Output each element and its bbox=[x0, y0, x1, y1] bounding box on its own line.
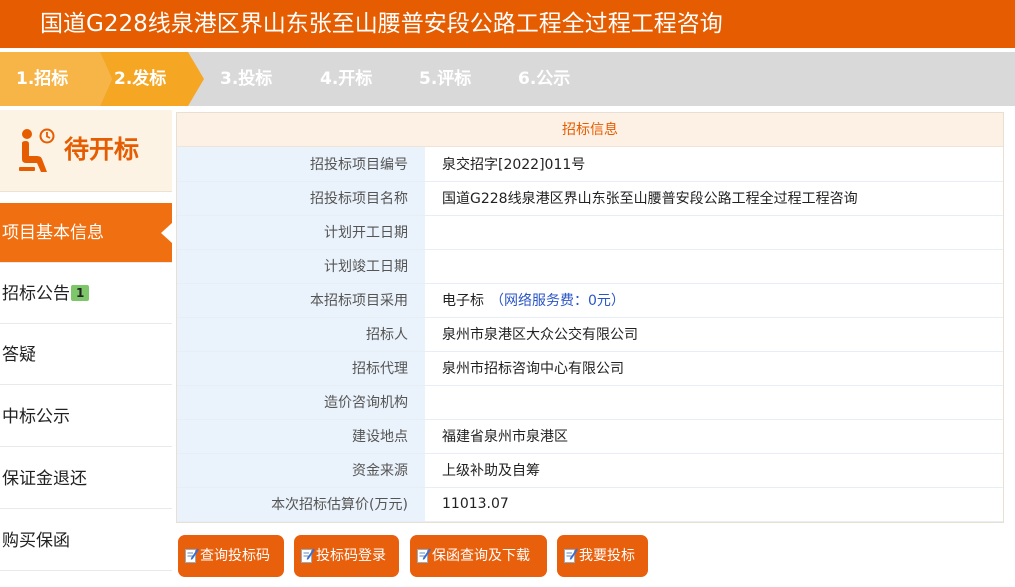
button-label: 查询投标码 bbox=[200, 548, 270, 564]
row-value: 福建省泉州市泉港区 bbox=[425, 419, 1003, 454]
row-value bbox=[425, 385, 1003, 420]
row-value bbox=[425, 249, 1003, 284]
table-row: 造价咨询机构 bbox=[177, 385, 1003, 420]
table-row: 计划开工日期 bbox=[177, 215, 1003, 250]
row-label: 本次招标估算价(万元) bbox=[177, 487, 425, 522]
button-label: 保函查询及下载 bbox=[432, 548, 530, 564]
sidebar-item-qa[interactable]: 答疑 bbox=[0, 325, 172, 385]
sidebar-item-tender-notice[interactable]: 招标公告 1 bbox=[0, 264, 172, 324]
row-value: 泉州市泉港区大众公交有限公司 bbox=[425, 317, 1003, 352]
step-bid[interactable]: 3.投标 bbox=[220, 52, 272, 106]
row-label: 建设地点 bbox=[177, 419, 425, 454]
sidebar-item-label: 招标公告 bbox=[2, 284, 70, 304]
row-label: 资金来源 bbox=[177, 453, 425, 488]
sidebar-item-buy-guarantee[interactable]: 购买保函 bbox=[0, 511, 172, 571]
status-box: 待开标 bbox=[0, 110, 172, 192]
edit-icon bbox=[301, 548, 315, 563]
notice-count-badge: 1 bbox=[71, 285, 90, 301]
waiting-person-icon bbox=[19, 128, 55, 172]
submit-bid-button[interactable]: 我要投标 bbox=[557, 535, 648, 577]
sidebar-item-award-publicity[interactable]: 中标公示 bbox=[0, 387, 172, 447]
step-publicity[interactable]: 6.公示 bbox=[518, 52, 570, 106]
sidebar-item-deposit-refund[interactable]: 保证金退还 bbox=[0, 449, 172, 509]
table-row: 计划竣工日期 bbox=[177, 249, 1003, 284]
bid-type: 电子标 bbox=[442, 293, 484, 309]
table-row: 招投标项目编号 泉交招字[2022]011号 bbox=[177, 147, 1003, 182]
table-row: 招标代理 泉州市招标咨询中心有限公司 bbox=[177, 351, 1003, 386]
row-value: 泉州市招标咨询中心有限公司 bbox=[425, 351, 1003, 386]
row-label: 计划开工日期 bbox=[177, 215, 425, 250]
sidebar-item-label: 中标公示 bbox=[2, 407, 70, 427]
step-evaluation[interactable]: 5.评标 bbox=[419, 52, 471, 106]
bid-code-login-button[interactable]: 投标码登录 bbox=[294, 535, 399, 577]
row-value: 11013.07 bbox=[425, 487, 1003, 522]
row-label: 本招标项目采用 bbox=[177, 283, 425, 318]
row-label: 计划竣工日期 bbox=[177, 249, 425, 284]
row-value: 国道G228线泉港区界山东张至山腰普安段公路工程全过程工程咨询 bbox=[425, 181, 1003, 216]
tender-info-panel: 招标信息 招投标项目编号 泉交招字[2022]011号 招投标项目名称 国道G2… bbox=[176, 112, 1004, 523]
row-label: 招投标项目名称 bbox=[177, 181, 425, 216]
row-label: 招标代理 bbox=[177, 351, 425, 386]
table-row: 招投标项目名称 国道G228线泉港区界山东张至山腰普安段公路工程全过程工程咨询 bbox=[177, 181, 1003, 216]
row-value: 泉交招字[2022]011号 bbox=[425, 147, 1003, 182]
row-label: 造价咨询机构 bbox=[177, 385, 425, 420]
row-label: 招投标项目编号 bbox=[177, 147, 425, 182]
sidebar-item-project-info[interactable]: 项目基本信息 bbox=[0, 203, 172, 263]
edit-icon bbox=[417, 548, 431, 563]
sidebar-item-label: 保证金退还 bbox=[2, 469, 87, 489]
query-bid-code-button[interactable]: 查询投标码 bbox=[178, 535, 284, 577]
button-label: 投标码登录 bbox=[316, 548, 386, 564]
guarantee-query-download-button[interactable]: 保函查询及下载 bbox=[410, 535, 547, 577]
table-row: 本次招标估算价(万元) 11013.07 bbox=[177, 487, 1003, 522]
sidebar-item-label: 答疑 bbox=[2, 345, 36, 365]
status-label: 待开标 bbox=[64, 135, 140, 164]
sidebar-item-label: 购买保函 bbox=[2, 531, 70, 551]
row-value bbox=[425, 215, 1003, 250]
table-row: 招标人 泉州市泉港区大众公交有限公司 bbox=[177, 317, 1003, 352]
row-value: 电子标 （网络服务费：0元） bbox=[425, 283, 1003, 318]
edit-icon bbox=[185, 548, 199, 563]
row-value: 上级补助及自筹 bbox=[425, 453, 1003, 488]
table-row: 资金来源 上级补助及自筹 bbox=[177, 453, 1003, 488]
process-steps: 1.招标 2.发标 3.投标 4.开标 5.评标 6.公示 bbox=[0, 52, 1015, 106]
table-row: 本招标项目采用 电子标 （网络服务费：0元） bbox=[177, 283, 1003, 318]
step-tender[interactable]: 1.招标 bbox=[16, 52, 68, 106]
sidebar-item-label: 项目基本信息 bbox=[2, 223, 104, 243]
step-opening[interactable]: 4.开标 bbox=[320, 52, 372, 106]
button-label: 我要投标 bbox=[579, 548, 635, 564]
service-fee-note: （网络服务费：0元） bbox=[490, 293, 625, 309]
step-issue[interactable]: 2.发标 bbox=[114, 52, 166, 106]
row-label: 招标人 bbox=[177, 317, 425, 352]
edit-icon bbox=[564, 548, 578, 563]
section-title: 招标信息 bbox=[177, 113, 1003, 147]
sidebar: 待开标 项目基本信息 招标公告 1 答疑 中标公示 保证金退还 购买保函 bbox=[0, 110, 172, 587]
table-row: 建设地点 福建省泉州市泉港区 bbox=[177, 419, 1003, 454]
tender-info-table: 招投标项目编号 泉交招字[2022]011号 招投标项目名称 国道G228线泉港… bbox=[177, 147, 1003, 522]
page-title: 国道G228线泉港区界山东张至山腰普安段公路工程全过程工程咨询 bbox=[0, 0, 1015, 48]
